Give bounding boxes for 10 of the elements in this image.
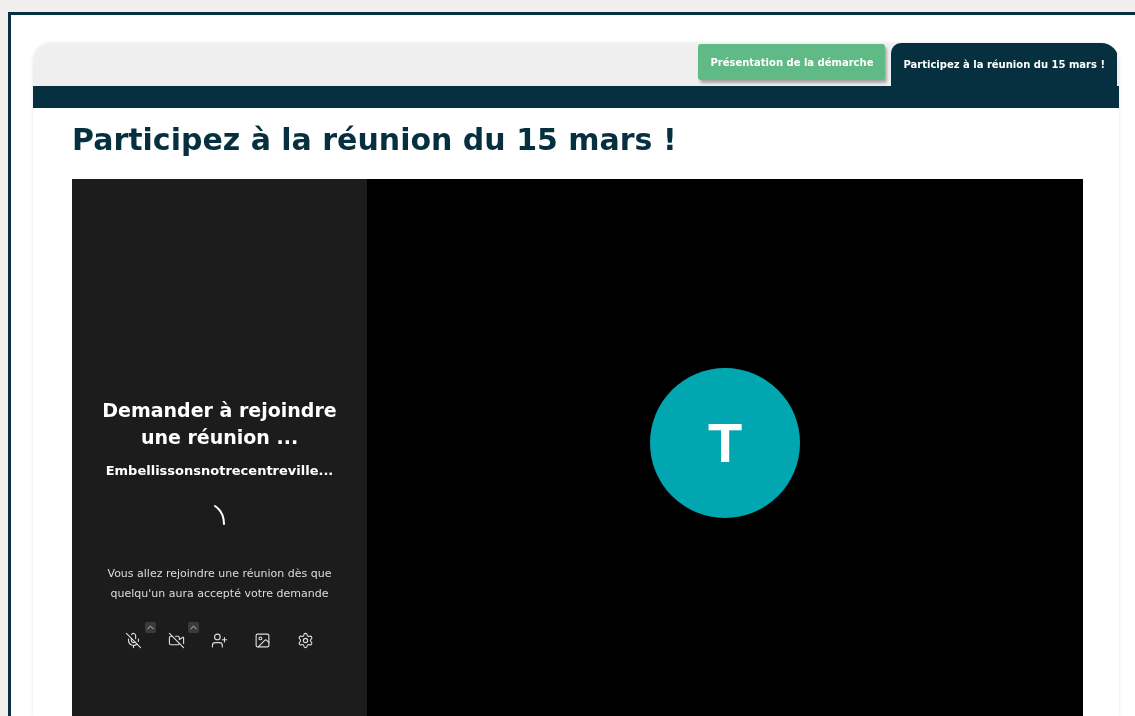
image-icon[interactable]: [252, 630, 273, 651]
spinner-icon: [212, 504, 227, 526]
caret-icon[interactable]: [188, 622, 199, 633]
join-heading: Demander à rejoindre une réunion ...: [101, 398, 338, 450]
caret-icon[interactable]: [145, 622, 156, 633]
page-title: Participez à la réunion du 15 mars !: [72, 122, 678, 157]
avatar: T: [650, 367, 800, 518]
waiting-message: Vous allez rejoindre une réunion dès que quelqu'un aura accepté votre demande: [106, 566, 333, 602]
tab[interactable]: Participez à la réunion du 15 mars !: [891, 43, 1117, 86]
meeting-name: Embellissonsnotrecentreville...: [105, 463, 334, 478]
